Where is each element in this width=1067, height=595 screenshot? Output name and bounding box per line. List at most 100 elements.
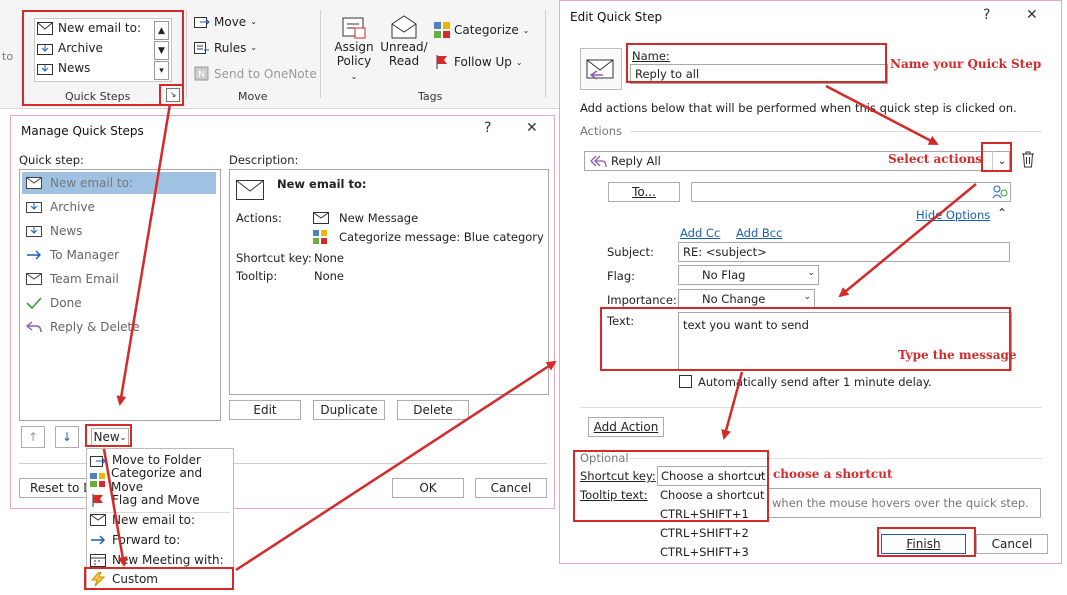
group-separator	[545, 10, 546, 98]
subject-label: Subject:	[607, 245, 654, 259]
menu-item[interactable]: Flag and Move	[90, 491, 230, 509]
duplicate-button[interactable]: Duplicate	[313, 400, 385, 420]
svg-text:N: N	[198, 70, 205, 80]
categorize-button[interactable]: Categorize ⌄	[434, 22, 529, 38]
policy-icon	[342, 17, 366, 39]
move-up-button[interactable]: ↑	[21, 426, 45, 448]
add-cc-link[interactable]: Add Cc	[680, 226, 720, 240]
cancel-button[interactable]: Cancel	[976, 534, 1048, 554]
importance-label: Importance:	[607, 293, 677, 307]
chevron-down-icon: ⌄	[522, 25, 530, 35]
action-categorize: Categorize message: Blue category	[339, 230, 544, 244]
flag-label: Flag:	[607, 269, 636, 283]
chevron-down-icon: ⌄	[250, 17, 257, 26]
envelope-icon	[26, 177, 42, 189]
annotation-name: Name your Quick Step	[890, 57, 1042, 71]
categorize-icon	[313, 230, 327, 244]
shortcut-key-value: None	[314, 251, 345, 265]
ok-button[interactable]: OK	[392, 478, 464, 498]
quick-step-icon-button[interactable]	[580, 48, 622, 90]
dialog-title: Manage Quick Steps	[21, 124, 144, 138]
close-button[interactable]: ✕	[1026, 7, 1038, 23]
menu-item[interactable]: New email to:	[90, 511, 230, 529]
assign-policy-button[interactable]: Assign Policy ⌄	[333, 14, 375, 82]
envelope-icon	[90, 514, 106, 526]
list-item[interactable]: Archive	[22, 196, 216, 218]
description-label: Description:	[229, 153, 299, 167]
shortcut-key-label: Shortcut key:	[236, 251, 312, 265]
list-item[interactable]: Done	[22, 292, 216, 314]
move-down-button[interactable]: ↓	[55, 426, 79, 448]
unread-read-button[interactable]: Unread/ Read	[380, 14, 428, 68]
close-button[interactable]: ✕	[526, 120, 538, 136]
arrow-up-icon: ↑	[27, 430, 39, 444]
help-button[interactable]: ?	[484, 120, 491, 136]
categorize-icon	[434, 22, 450, 38]
description-title: New email to:	[277, 177, 367, 191]
quick-step-label: Quick step:	[19, 153, 84, 167]
edit-button[interactable]: Edit	[229, 400, 301, 420]
to-button[interactable]: To...	[608, 182, 680, 202]
reply-all-icon	[590, 155, 607, 168]
list-item[interactable]: Team Email	[22, 268, 216, 290]
reply-icon	[26, 321, 42, 333]
list-item[interactable]: To Manager	[22, 244, 216, 266]
highlight-shortcut	[573, 450, 769, 522]
shortcut-option[interactable]: CTRL+SHIFT+2	[660, 526, 749, 540]
folder-arrow-icon	[26, 226, 42, 237]
categorize-icon	[90, 473, 105, 487]
add-bcc-link[interactable]: Add Bcc	[736, 226, 782, 240]
delete-button[interactable]: Delete	[397, 400, 469, 420]
send-to-onenote-button[interactable]: N Send to OneNote	[194, 66, 317, 81]
shortcut-option[interactable]: CTRL+SHIFT+3	[660, 545, 749, 559]
cancel-button[interactable]: Cancel	[475, 478, 547, 498]
tags-group-label: Tags	[418, 90, 443, 103]
actions-label: Actions:	[236, 211, 282, 225]
dialog-title: Edit Quick Step	[570, 10, 663, 24]
flag-icon	[92, 494, 103, 507]
autosend-checkbox[interactable]	[679, 375, 692, 388]
divider	[630, 131, 1042, 132]
highlight-new-button	[85, 424, 132, 447]
menu-item[interactable]: Forward to:	[90, 531, 230, 549]
arrow-down-icon: ↓	[61, 430, 73, 444]
flag-select[interactable]: No Flag ⌄	[678, 265, 819, 285]
follow-up-button[interactable]: Follow Up ⌄	[434, 54, 523, 70]
rules-button[interactable]: Rules ⌄	[194, 40, 257, 55]
envelope-icon	[236, 180, 264, 200]
list-item[interactable]: News	[22, 220, 216, 242]
importance-select[interactable]: No Change ⌄	[678, 289, 815, 309]
help-button[interactable]: ?	[983, 7, 990, 23]
highlight-finish	[877, 527, 976, 557]
calendar-icon	[90, 554, 106, 567]
subject-input[interactable]: RE: <subject>	[678, 242, 1010, 262]
archive-icon	[26, 202, 42, 213]
group-separator	[320, 10, 321, 98]
group-separator	[186, 10, 187, 98]
tooltip-value: None	[314, 269, 345, 283]
to-input[interactable]	[691, 182, 1011, 202]
list-item[interactable]: New email to:	[22, 172, 216, 194]
annotation-shortcut: choose a shortcut	[773, 467, 893, 481]
quick-step-list[interactable]: New email to: Archive News To Manager Te…	[19, 169, 221, 421]
chevron-down-icon: ⌄	[250, 43, 258, 52]
move-button[interactable]: Move ⌄	[194, 14, 257, 29]
add-action-button[interactable]: Add Action	[588, 417, 664, 437]
move-folder-icon	[90, 455, 106, 467]
divider	[580, 407, 1042, 408]
chevron-down-icon: ⌄	[515, 57, 523, 67]
address-book-icon[interactable]	[992, 184, 1008, 200]
envelope-icon	[313, 212, 329, 224]
autosend-label: Automatically send after 1 minute delay.	[698, 375, 932, 389]
list-item[interactable]: Reply & Delete	[22, 316, 216, 338]
trash-icon[interactable]	[1021, 151, 1035, 168]
chevron-up-icon[interactable]: ⌃	[997, 206, 1007, 220]
reply-all-envelope-icon	[586, 59, 614, 80]
actions-heading: Actions	[580, 124, 623, 138]
chevron-down-icon: ⌄	[350, 72, 358, 81]
description-panel: New email to: Actions: New Message Categ…	[229, 169, 549, 395]
flag-icon	[436, 55, 447, 69]
hide-options-link[interactable]: Hide Options	[916, 208, 990, 222]
menu-item[interactable]: Categorize and Move	[90, 466, 230, 494]
highlight-launcher	[159, 84, 184, 106]
